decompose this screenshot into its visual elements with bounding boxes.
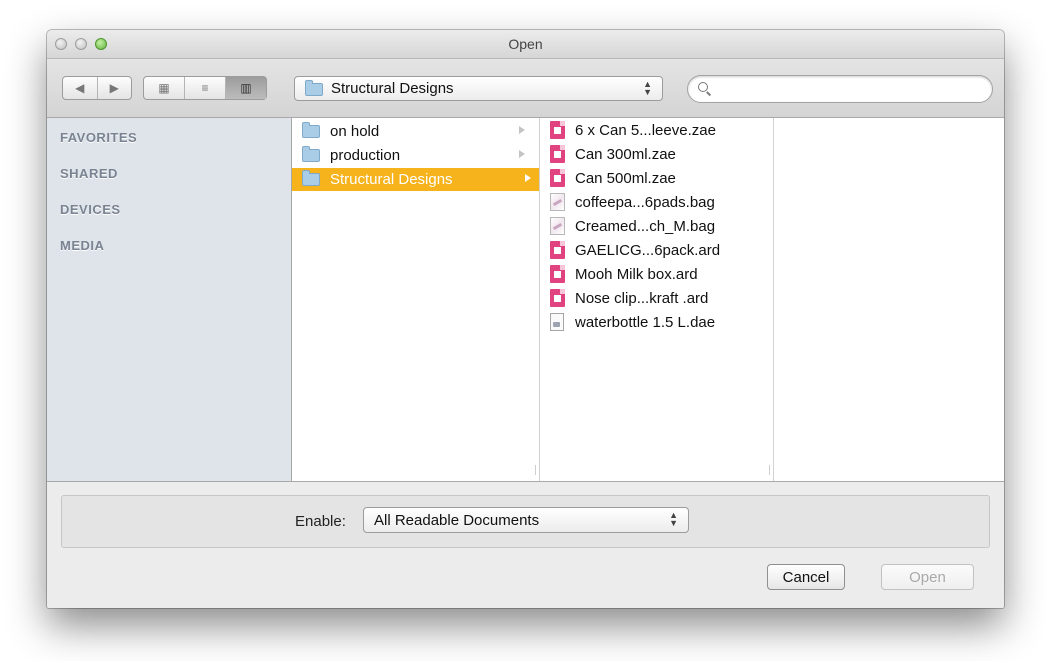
sidebar-section-shared[interactable]: SHARED — [60, 166, 118, 181]
sidebar: FAVORITES SHARED DEVICES MEDIA — [47, 118, 292, 481]
enable-popup[interactable]: All Readable Documents ▲ ▼ — [363, 507, 689, 533]
file-name: Can 500ml.zae — [575, 169, 676, 187]
search-input[interactable] — [714, 80, 988, 100]
back-arrow-icon: ◀ — [75, 81, 85, 95]
open-button[interactable]: Open — [881, 564, 974, 590]
browser-column-1: on hold production Structural Designs — [292, 118, 541, 481]
file-row[interactable]: Creamed...ch_M.bag — [550, 214, 715, 238]
location-popup[interactable]: Structural Designs ▲ ▼ — [294, 76, 663, 101]
file-row[interactable]: coffeepa...6pads.bag — [550, 190, 715, 214]
enable-value: All Readable Documents — [374, 512, 540, 529]
browser-column-2: 6 x Can 5...leeve.zae Can 300ml.zae Can … — [540, 118, 775, 481]
file-name: GAELICG...6pack.ard — [575, 241, 721, 259]
folder-icon — [302, 122, 320, 138]
search-icon — [698, 82, 708, 92]
file-row[interactable]: Can 300ml.zae — [550, 142, 676, 166]
popup-arrows-icon: ▲ ▼ — [643, 79, 652, 97]
file-name: Nose clip...kraft .ard — [575, 289, 709, 307]
folder-name: on hold — [330, 123, 380, 140]
browser-column-3 — [774, 118, 1004, 481]
dialog-footer: Enable: All Readable Documents ▲ ▼ Cancel… — [47, 481, 1004, 608]
back-button[interactable]: ◀ — [63, 77, 97, 99]
ard-doc-icon — [550, 241, 565, 259]
sidebar-section-devices[interactable]: DEVICES — [60, 202, 121, 217]
file-row[interactable]: Nose clip...kraft .ard — [550, 286, 708, 310]
file-name: Can 300ml.zae — [575, 145, 676, 163]
file-row[interactable]: Can 500ml.zae — [550, 166, 676, 190]
disclosure-arrow-icon — [525, 174, 531, 182]
icon-grid-icon: ▦ — [158, 81, 170, 95]
popup-arrows-icon: ▲ ▼ — [669, 510, 678, 528]
folder-icon — [302, 146, 320, 162]
file-row[interactable]: waterbottle 1.5 L.dae — [550, 310, 715, 334]
bag-doc-icon — [550, 193, 565, 211]
file-name: 6 x Can 5...leeve.zae — [575, 121, 716, 139]
file-name: coffeepa...6pads.bag — [575, 193, 715, 211]
zae-doc-icon — [550, 121, 565, 139]
zae-doc-icon — [550, 145, 565, 163]
list-icon: ≡ — [201, 81, 209, 95]
ard-doc-icon — [550, 289, 565, 307]
open-dialog-window: Open ◀ ▶ ▦ ≡ ▥ Structural Designs ▲ ▼ FAV… — [47, 30, 1004, 608]
file-row[interactable]: 6 x Can 5...leeve.zae — [550, 118, 716, 142]
view-mode-buttons: ▦ ≡ ▥ — [143, 76, 267, 100]
location-label: Structural Designs — [331, 80, 454, 97]
folder-name: production — [330, 147, 401, 164]
file-row[interactable]: GAELICG...6pack.ard — [550, 238, 720, 262]
enable-label: Enable: — [295, 513, 346, 530]
sidebar-section-media[interactable]: MEDIA — [60, 238, 104, 253]
folder-row-structural-designs[interactable]: Structural Designs — [292, 168, 539, 191]
file-row[interactable]: Mooh Milk box.ard — [550, 262, 698, 286]
forward-button[interactable]: ▶ — [96, 77, 132, 99]
list-view-button[interactable]: ≡ — [184, 77, 225, 99]
navigation-buttons: ◀ ▶ — [62, 76, 132, 100]
columns-icon: ▥ — [240, 81, 252, 95]
options-panel: Enable: All Readable Documents ▲ ▼ — [61, 495, 990, 548]
ard-doc-icon — [550, 265, 565, 283]
column-view-button[interactable]: ▥ — [225, 77, 266, 99]
icon-view-button[interactable]: ▦ — [144, 77, 184, 99]
file-name: Mooh Milk box.ard — [575, 265, 698, 283]
folder-row-production[interactable]: production — [298, 144, 533, 167]
forward-arrow-icon: ▶ — [109, 81, 119, 95]
cancel-button[interactable]: Cancel — [767, 564, 845, 590]
file-name: Creamed...ch_M.bag — [575, 217, 716, 235]
toolbar: ◀ ▶ ▦ ≡ ▥ Structural Designs ▲ ▼ — [47, 59, 1004, 118]
folder-icon — [305, 80, 323, 96]
folder-icon — [302, 170, 320, 186]
search-field[interactable] — [687, 75, 993, 103]
file-name: waterbottle 1.5 L.dae — [575, 313, 716, 331]
folder-row-on-hold[interactable]: on hold — [298, 120, 533, 143]
zae-doc-icon — [550, 169, 565, 187]
title-bar[interactable]: Open — [47, 30, 1004, 59]
window-title: Open — [508, 36, 543, 52]
sidebar-section-favorites[interactable]: FAVORITES — [60, 130, 137, 145]
disclosure-arrow-icon — [519, 126, 525, 134]
dae-doc-icon — [550, 313, 564, 331]
disclosure-arrow-icon — [519, 150, 525, 158]
folder-name: Structural Designs — [330, 171, 453, 188]
bag-doc-icon — [550, 217, 565, 235]
